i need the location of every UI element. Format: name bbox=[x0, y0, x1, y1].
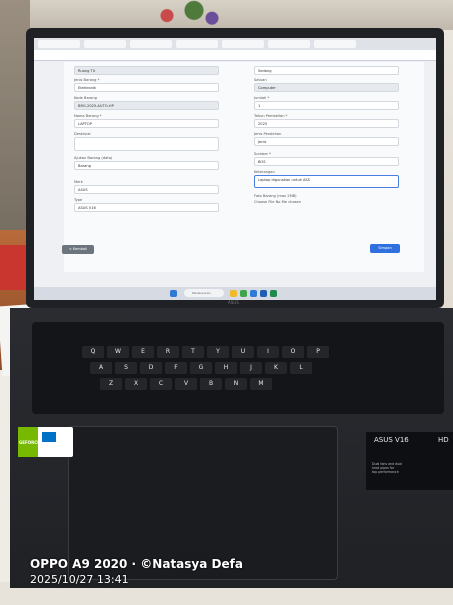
keyboard-key[interactable]: V bbox=[175, 378, 197, 390]
field-label: Nama Barang * bbox=[74, 114, 102, 118]
keyboard-key[interactable]: S bbox=[115, 362, 137, 374]
keyboard-key[interactable]: B bbox=[200, 378, 222, 390]
laptop-screen: Ruang TU Sedang Jenis Barang * Elektroni… bbox=[34, 38, 436, 300]
purchase-year-field[interactable]: 2025 bbox=[254, 119, 399, 128]
keyboard-key[interactable]: G bbox=[190, 362, 212, 374]
form-area: Ruang TU Sedang Jenis Barang * Elektroni… bbox=[64, 62, 424, 272]
keyboard-key[interactable]: E bbox=[132, 346, 154, 358]
photo-scene: Ruang TU Sedang Jenis Barang * Elektroni… bbox=[0, 0, 453, 605]
asus-model-right-label: HD bbox=[438, 436, 449, 444]
keyboard-key[interactable]: Q bbox=[82, 346, 104, 358]
edge-icon[interactable] bbox=[250, 290, 257, 297]
field-label: Ajukan Barang (data) bbox=[74, 156, 113, 160]
keyboard-key[interactable]: X bbox=[125, 378, 147, 390]
keyboard-key[interactable]: U bbox=[232, 346, 254, 358]
back-button[interactable]: < Kembali bbox=[62, 245, 94, 254]
keyboard-key[interactable]: W bbox=[107, 346, 129, 358]
camera-watermark: OPPO A9 2020 · ©Natasya Defa bbox=[30, 557, 243, 571]
type-field[interactable]: ASUS V16 bbox=[74, 203, 219, 212]
quantity-field[interactable]: 1 bbox=[254, 101, 399, 110]
field-label: Jumlah * bbox=[254, 96, 270, 100]
field-label: Keterangan bbox=[254, 170, 275, 174]
keyboard-key[interactable]: P bbox=[307, 346, 329, 358]
keyboard-key[interactable]: A bbox=[90, 362, 112, 374]
keyboard-key[interactable]: J bbox=[240, 362, 262, 374]
keyboard-key[interactable]: D bbox=[140, 362, 162, 374]
feature-text: top performance bbox=[372, 470, 399, 474]
field-label: Jenis Barang * bbox=[74, 78, 100, 82]
browser-tab[interactable] bbox=[84, 40, 126, 48]
browser-tab[interactable] bbox=[268, 40, 310, 48]
keyboard-key[interactable]: T bbox=[182, 346, 204, 358]
item-code-field[interactable]: BRG-2025-AUTO-HP bbox=[74, 101, 219, 110]
keyboard-key[interactable]: L bbox=[290, 362, 312, 374]
item-name-field[interactable]: LAPTOP bbox=[74, 119, 219, 128]
chrome-icon[interactable] bbox=[240, 290, 247, 297]
item-category-select[interactable]: Barang bbox=[74, 161, 219, 170]
photo-file-input[interactable]: Choose File No file chosen bbox=[254, 200, 301, 204]
keyboard-key[interactable]: Z bbox=[100, 378, 122, 390]
source-select[interactable]: BOS bbox=[254, 157, 399, 166]
description-field[interactable] bbox=[74, 137, 219, 151]
notes-textarea[interactable]: Laptop digunakan untuk ASS bbox=[254, 175, 399, 188]
browser-tab[interactable] bbox=[176, 40, 218, 48]
location-field[interactable]: Ruang TU bbox=[74, 66, 219, 75]
field-label: Foto Barang (max 2MB) bbox=[254, 194, 297, 198]
field-label: Type bbox=[74, 198, 83, 202]
save-button[interactable]: Simpan bbox=[370, 244, 400, 253]
red-box bbox=[0, 245, 28, 290]
start-icon[interactable] bbox=[170, 290, 177, 297]
keyboard-key[interactable]: C bbox=[150, 378, 172, 390]
field-label: Satuan bbox=[254, 78, 267, 82]
capture-timestamp: 2025/10/27 13:41 bbox=[30, 573, 129, 586]
keyboard-key[interactable]: R bbox=[157, 346, 179, 358]
acquisition-type-select[interactable]: Jenis bbox=[254, 137, 399, 146]
keyboard-key[interactable]: K bbox=[265, 362, 287, 374]
field-label: Merk bbox=[74, 180, 83, 184]
brand-field[interactable]: ASUS bbox=[74, 185, 219, 194]
condition-field[interactable]: Sedang bbox=[254, 66, 399, 75]
file-explorer-icon[interactable] bbox=[230, 290, 237, 297]
browser-tab-bar bbox=[34, 38, 436, 50]
field-label: Kode Barang bbox=[74, 96, 97, 100]
keyboard-key[interactable]: Y bbox=[207, 346, 229, 358]
field-label: Sumber * bbox=[254, 152, 271, 156]
browser-tab[interactable] bbox=[314, 40, 356, 48]
field-label: Jenis Perolehan bbox=[254, 132, 282, 136]
unit-field[interactable]: Computer bbox=[254, 83, 399, 92]
taskbar-search[interactable]: Penelusuran bbox=[184, 289, 224, 297]
keyboard-key[interactable]: O bbox=[282, 346, 304, 358]
field-label: Deskripsi bbox=[74, 132, 91, 136]
asus-logo: ASUS bbox=[228, 300, 239, 305]
browser-tab[interactable] bbox=[130, 40, 172, 48]
keyboard-key[interactable]: N bbox=[225, 378, 247, 390]
intel-logo bbox=[42, 432, 56, 442]
browser-tab[interactable] bbox=[38, 40, 80, 48]
keyboard-key[interactable]: M bbox=[250, 378, 272, 390]
word-icon[interactable] bbox=[260, 290, 267, 297]
flower-plant bbox=[140, 0, 230, 26]
asus-model-label: ASUS V16 bbox=[374, 436, 409, 444]
keyboard-key[interactable]: I bbox=[257, 346, 279, 358]
browser-tab[interactable] bbox=[222, 40, 264, 48]
field-label: Tahun Pembelian * bbox=[254, 114, 288, 118]
excel-icon[interactable] bbox=[270, 290, 277, 297]
keyboard-key[interactable]: F bbox=[165, 362, 187, 374]
address-bar[interactable] bbox=[34, 50, 436, 61]
item-type-select[interactable]: Elektronik bbox=[74, 83, 219, 92]
keyboard-key[interactable]: H bbox=[215, 362, 237, 374]
